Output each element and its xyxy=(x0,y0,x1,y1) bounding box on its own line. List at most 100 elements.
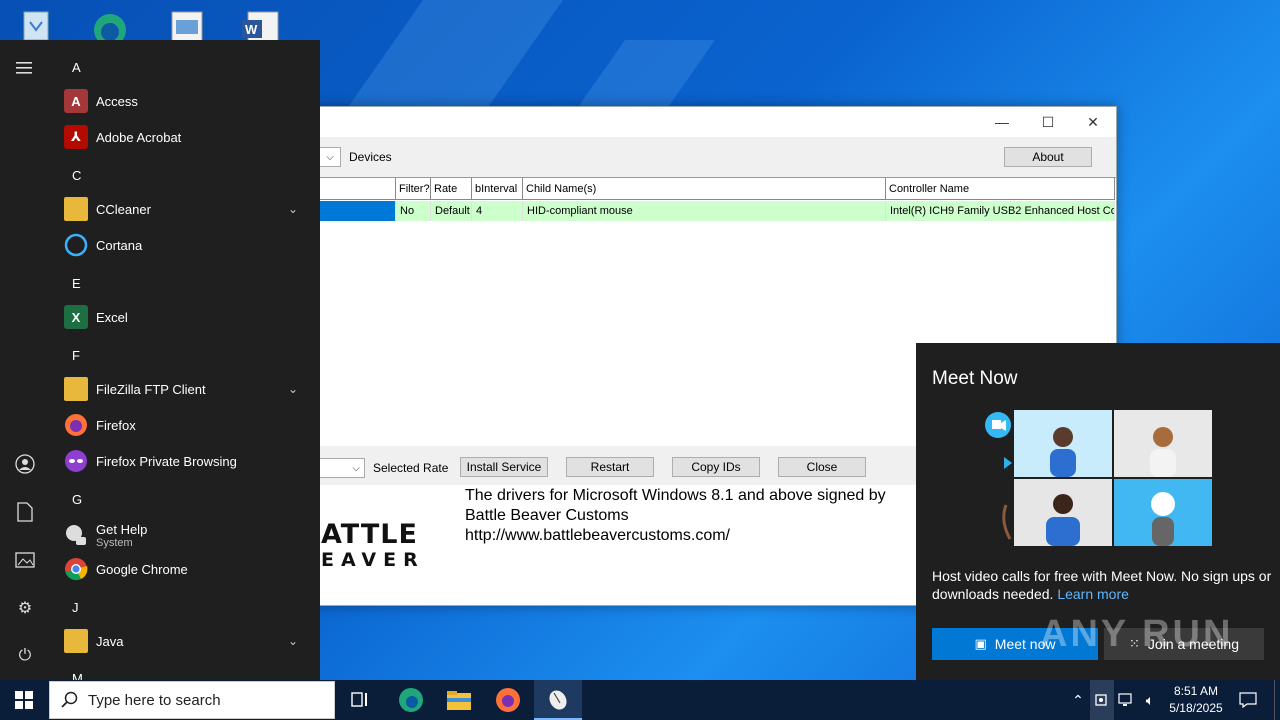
group-header-c[interactable]: C xyxy=(72,168,81,183)
row-rate-cell[interactable]: Default xyxy=(431,201,472,221)
file-explorer-icon[interactable] xyxy=(435,680,483,720)
taskbar-search-box[interactable]: Type here to search xyxy=(49,681,335,719)
get-help-icon xyxy=(64,523,88,547)
column-header-binterval[interactable]: bInterval xyxy=(472,178,523,200)
app-get-help[interactable]: Get Help System xyxy=(56,515,316,555)
column-header-controller-name[interactable]: Controller Name xyxy=(886,178,1115,200)
windows-logo-icon xyxy=(15,691,33,709)
acrobat-icon: ⅄ xyxy=(64,125,88,149)
close-window-button[interactable]: ✕ xyxy=(1070,107,1116,137)
network-icon[interactable] xyxy=(1114,680,1138,720)
volume-icon[interactable]: 🔈︎ xyxy=(1138,680,1162,720)
app-firefox-private[interactable]: Firefox Private Browsing xyxy=(56,443,316,479)
about-link[interactable]: http://www.battlebeavercustoms.com/ xyxy=(465,527,730,545)
restart-button[interactable]: Restart xyxy=(566,457,654,477)
excel-icon: X xyxy=(64,305,88,329)
column-header-child-name[interactable]: Child Name(s) xyxy=(523,178,886,200)
video-call-icon: ▣ xyxy=(974,636,987,651)
chevron-down-icon[interactable]: ⌄ xyxy=(288,202,298,216)
app-label: Excel xyxy=(96,309,128,325)
settings-gear-icon[interactable]: ⚙ xyxy=(14,597,36,619)
app-ccleaner[interactable]: CCleaner ⌄ xyxy=(56,191,316,227)
copy-ids-button[interactable]: Copy IDs xyxy=(672,457,760,477)
app-cortana[interactable]: Cortana xyxy=(56,227,316,263)
devices-dropdown[interactable]: ⌵ xyxy=(319,147,341,167)
app-label: Cortana xyxy=(96,237,143,253)
task-view-icon[interactable] xyxy=(336,680,384,720)
selected-rate-label: Selected Rate xyxy=(373,461,449,475)
meet-now-flyout: Meet Now Host video calls for free with … xyxy=(916,343,1280,680)
app-filezilla[interactable]: FileZilla FTP Client ⌄ xyxy=(56,371,316,407)
folder-icon xyxy=(64,197,88,221)
app-label: Adobe Acrobat xyxy=(96,129,182,145)
maximize-button[interactable]: ☐ xyxy=(1025,107,1071,137)
app-access[interactable]: A Access xyxy=(56,83,316,119)
search-icon xyxy=(60,691,78,709)
learn-more-link[interactable]: Learn more xyxy=(1057,586,1129,602)
meet-now-description: Host video calls for free with Meet Now.… xyxy=(932,567,1272,603)
app-label: Firefox Private Browsing xyxy=(96,453,237,469)
start-button[interactable] xyxy=(0,680,48,720)
image-file-icon[interactable] xyxy=(166,8,206,43)
clock[interactable]: 8:51 AM 5/18/2025 xyxy=(1164,683,1228,717)
app-excel[interactable]: X Excel xyxy=(56,299,316,335)
about-line-1: The drivers for Microsoft Windows 8.1 an… xyxy=(465,487,886,504)
chevron-down-icon[interactable]: ⌄ xyxy=(288,382,298,396)
taskbar: Type here to search ⌃ 🔈︎ 8:51 AM 5/18/20… xyxy=(0,680,1280,720)
row-controller-cell[interactable]: Intel(R) ICH9 Family USB2 Enhanced Host … xyxy=(886,201,1115,221)
devices-label: Devices xyxy=(349,150,392,164)
app-java[interactable]: Java ⌄ xyxy=(56,623,316,659)
install-service-button[interactable]: Install Service xyxy=(460,457,548,477)
firefox-taskbar-icon[interactable] xyxy=(484,680,532,720)
power-icon[interactable]: ⏻ xyxy=(14,645,36,667)
app-label: CCleaner xyxy=(96,201,151,217)
app-text: Get Help System xyxy=(96,522,147,549)
group-header-j[interactable]: J xyxy=(72,600,79,615)
rate-dropdown[interactable]: ⌵ xyxy=(319,458,365,478)
app-label: Firefox xyxy=(96,417,136,433)
meet-now-illustration xyxy=(982,409,1214,549)
svg-text:W: W xyxy=(245,22,258,37)
cortana-icon xyxy=(64,233,88,257)
chevron-up-icon[interactable]: ⌃ xyxy=(1066,680,1090,720)
search-placeholder: Type here to search xyxy=(88,691,221,709)
app-adobe-acrobat[interactable]: ⅄ Adobe Acrobat xyxy=(56,119,316,155)
about-line-2: Battle Beaver Customs xyxy=(465,507,629,524)
row-binterval-cell[interactable]: 4 xyxy=(472,201,523,221)
word-file-icon[interactable]: W xyxy=(240,8,280,43)
row-child-cell[interactable]: HID-compliant mouse xyxy=(523,201,886,221)
group-header-e[interactable]: E xyxy=(72,276,81,291)
user-account-icon[interactable] xyxy=(14,453,36,475)
chevron-down-icon[interactable]: ⌄ xyxy=(288,634,298,648)
hamburger-menu-icon[interactable] xyxy=(14,57,36,79)
row-filter-cell[interactable]: No xyxy=(396,201,431,221)
folder-icon xyxy=(64,377,88,401)
app-firefox[interactable]: Firefox xyxy=(56,407,316,443)
group-header-m[interactable]: M xyxy=(72,671,83,680)
logo-line-2: EAVER xyxy=(321,549,425,571)
firefox-icon xyxy=(64,413,88,437)
minimize-button[interactable]: — xyxy=(979,107,1025,137)
app-label: Google Chrome xyxy=(96,561,188,577)
show-desktop-button[interactable] xyxy=(1274,680,1280,720)
about-button[interactable]: About xyxy=(1004,147,1092,167)
clock-time: 8:51 AM xyxy=(1173,684,1219,698)
recycle-bin-icon[interactable] xyxy=(16,8,56,42)
mouse-app-taskbar-icon[interactable] xyxy=(534,680,582,720)
column-header-rate[interactable]: Rate xyxy=(431,178,472,200)
notifications-icon[interactable] xyxy=(1228,680,1268,720)
column-header-filter[interactable]: Filter? xyxy=(396,178,431,200)
group-header-g[interactable]: G xyxy=(72,492,82,507)
edge-icon[interactable] xyxy=(88,8,128,46)
documents-icon[interactable] xyxy=(14,501,36,523)
access-icon: A xyxy=(64,89,88,113)
edge-taskbar-icon[interactable] xyxy=(387,680,435,720)
pictures-icon[interactable] xyxy=(14,549,36,571)
group-header-a[interactable]: A xyxy=(72,60,81,75)
meet-now-tray-icon[interactable] xyxy=(1090,680,1114,720)
app-google-chrome[interactable]: Google Chrome xyxy=(56,551,316,587)
app-label: Get Help xyxy=(96,521,148,537)
group-header-f[interactable]: F xyxy=(72,348,80,363)
start-menu: ⚙ ⏻ A A Access ⅄ Adobe Acrobat C CCleane… xyxy=(0,40,320,680)
close-button[interactable]: Close xyxy=(778,457,866,477)
